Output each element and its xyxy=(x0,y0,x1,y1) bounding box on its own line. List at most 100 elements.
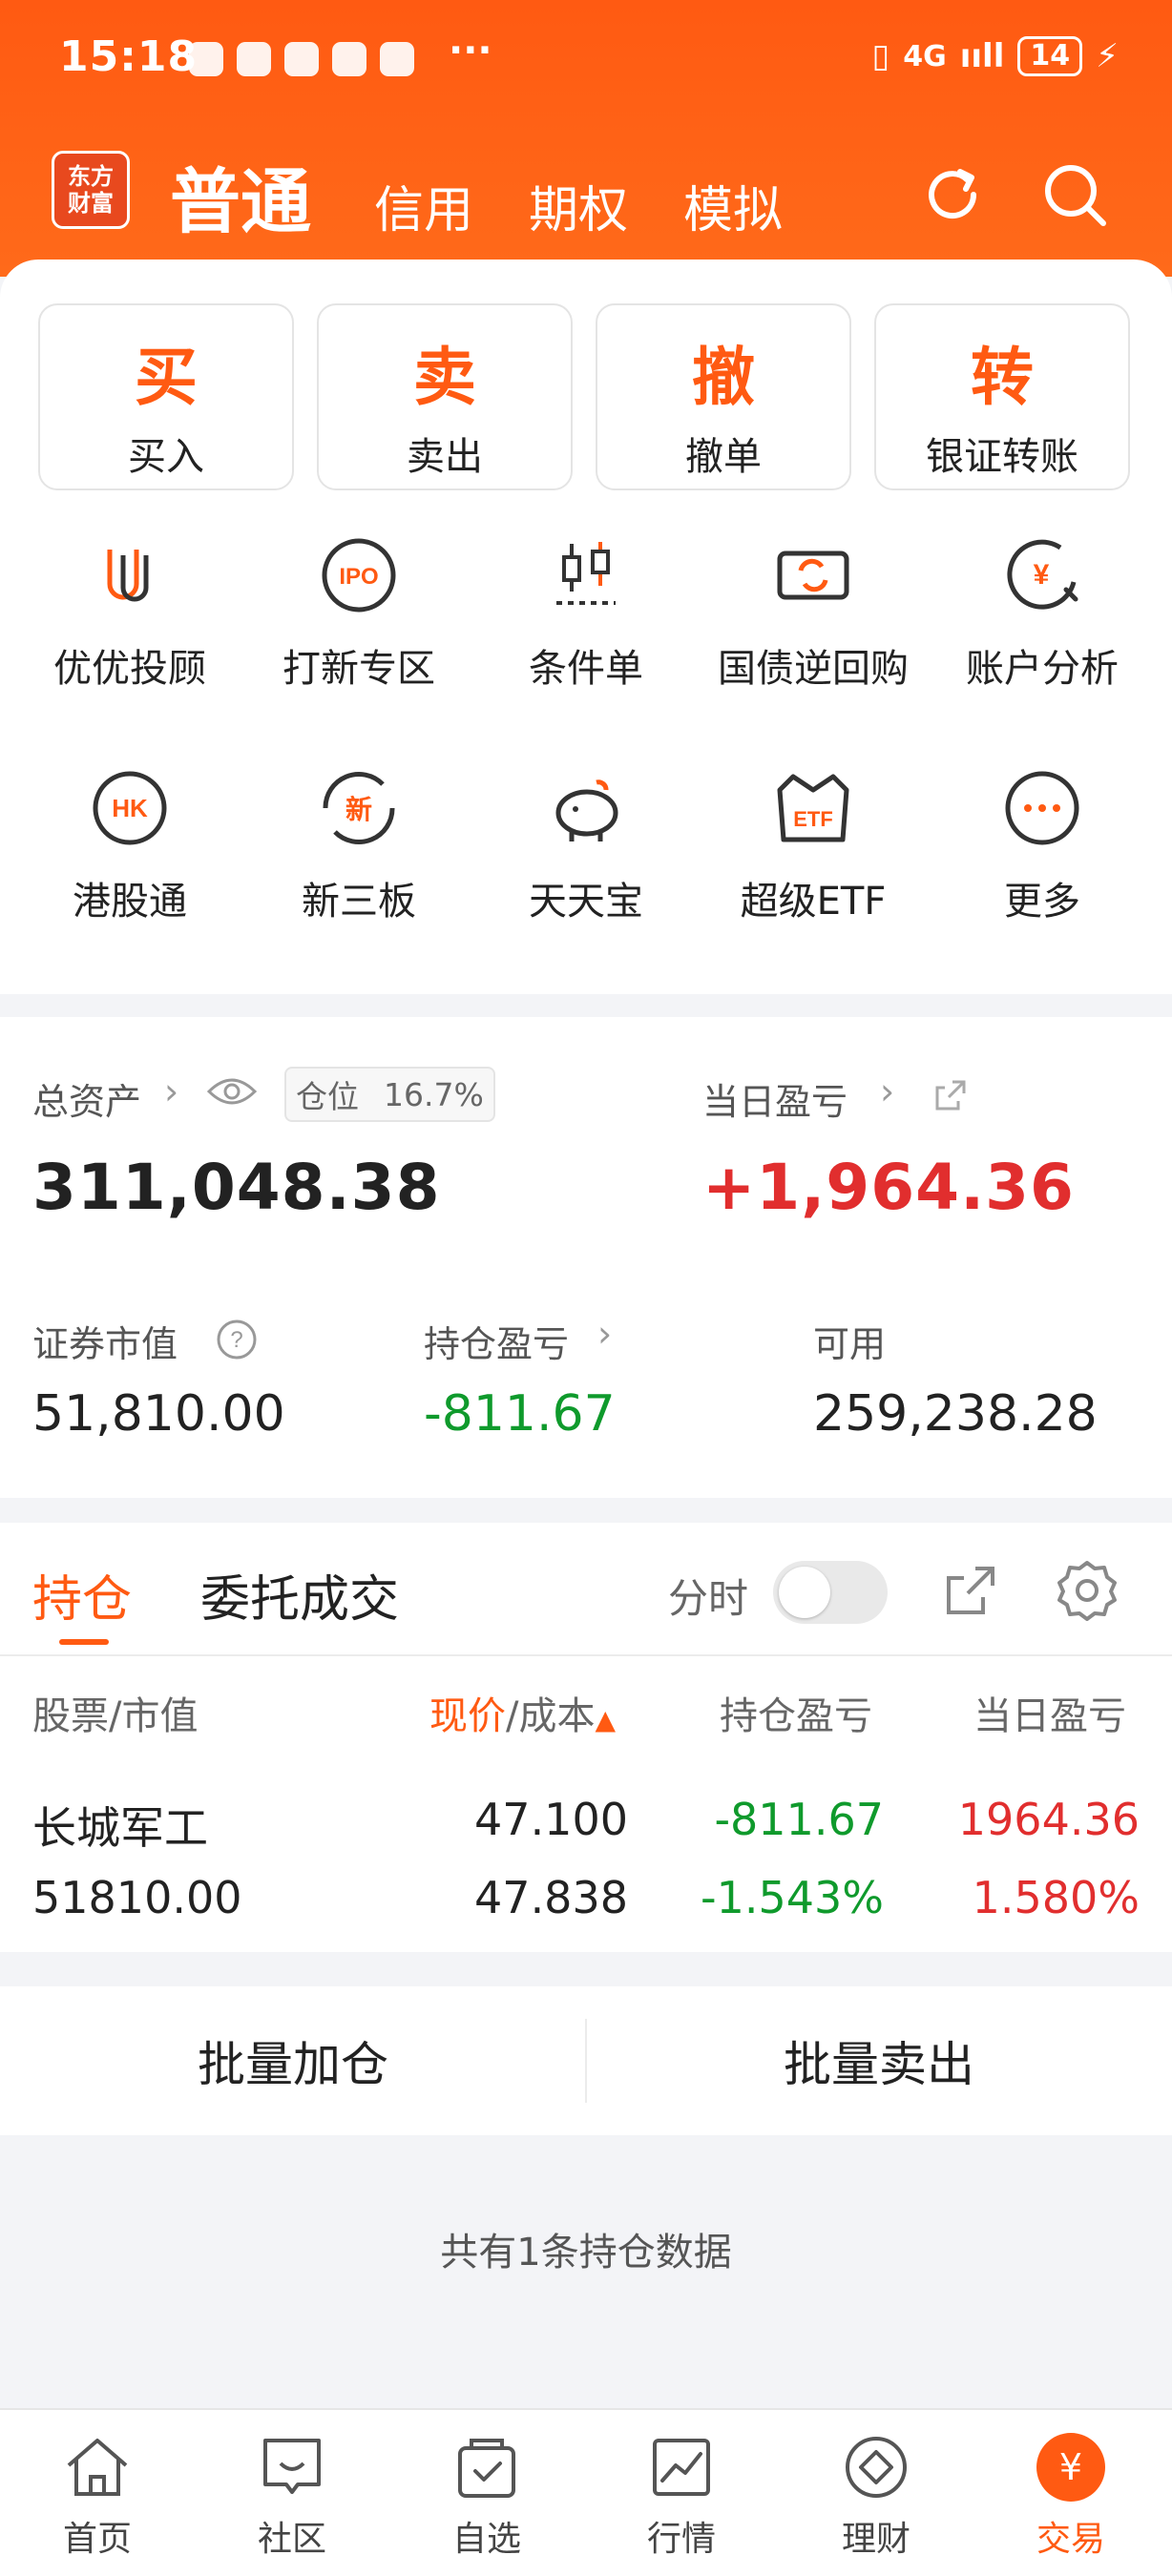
bank-transfer-button[interactable]: 转 银证转账 xyxy=(874,303,1130,490)
sell-button[interactable]: 卖 卖出 xyxy=(317,303,573,490)
cancel-order-button[interactable]: 撤 撤单 xyxy=(596,303,851,490)
holding-pnl-label[interactable]: 持仓盈亏 xyxy=(424,1315,569,1367)
batch-actions: 批量加仓 批量卖出 xyxy=(0,1986,1172,2135)
batch-sell-button[interactable]: 批量卖出 xyxy=(586,1986,1172,2135)
holdings-count-note: 共有1条持仓数据 xyxy=(440,2231,732,2275)
tab-options[interactable]: 期权 xyxy=(529,170,628,241)
status-bar: 15:18 ··· ▯ 4G ııll 14 ⚡ xyxy=(0,0,1172,116)
etf-icon: ETF xyxy=(777,774,849,842)
status-more-icon: ··· xyxy=(449,29,492,73)
total-assets-label[interactable]: 总资产 xyxy=(32,1072,141,1125)
daily-pnl-percent: 1.580% xyxy=(972,1872,1140,1923)
tab-positions[interactable]: 持仓 xyxy=(32,1559,132,1631)
svg-text:¥: ¥ xyxy=(1034,559,1050,591)
feature-youyou-advisor[interactable]: 优优投顾 xyxy=(15,532,244,693)
cost-price: 47.838 xyxy=(474,1872,628,1923)
tab-normal[interactable]: 普通 xyxy=(170,145,311,247)
svg-text:¥: ¥ xyxy=(1059,2446,1082,2488)
ipo-icon: IPO xyxy=(322,538,396,613)
feature-ipo-zone[interactable]: IPO 打新专区 xyxy=(244,532,473,693)
batch-add-button[interactable]: 批量加仓 xyxy=(0,1986,586,2135)
tab-simulation[interactable]: 模拟 xyxy=(683,170,783,241)
toggle-knob xyxy=(779,1567,830,1618)
stock-market-value: 51810.00 xyxy=(32,1872,242,1923)
account-analysis-icon: ¥ xyxy=(1007,539,1078,610)
feature-hk-connect[interactable]: HK 港股通 xyxy=(15,765,244,925)
search-icon[interactable] xyxy=(1038,158,1111,231)
app-notification-icon xyxy=(189,42,223,76)
svg-text:IPO: IPO xyxy=(339,564,378,590)
sort-icon: ▲ xyxy=(595,1704,617,1735)
svg-text:HK: HK xyxy=(112,794,148,822)
total-assets-value: 311,048.38 xyxy=(32,1151,441,1224)
app-logo[interactable]: 东方 财富 xyxy=(52,151,130,229)
timeshare-toggle[interactable] xyxy=(773,1561,888,1624)
tab-credit[interactable]: 信用 xyxy=(374,170,473,241)
share-icon[interactable] xyxy=(931,1076,970,1114)
browser-icon xyxy=(332,42,366,76)
notification-icons xyxy=(189,42,414,76)
eye-icon[interactable] xyxy=(206,1074,258,1109)
column-price-cost[interactable]: 现价/成本▲ xyxy=(429,1685,616,1740)
nav-watchlist[interactable]: 自选 xyxy=(389,2429,584,2561)
feature-new-third-board[interactable]: 新 新三板 xyxy=(244,765,473,925)
svg-text:?: ? xyxy=(230,1327,242,1353)
holding-pnl-percent: -1.543% xyxy=(701,1872,884,1923)
status-time: 15:18 xyxy=(59,32,199,81)
active-tab-indicator xyxy=(59,1639,109,1645)
battery-icon: 14 xyxy=(1017,36,1083,76)
app-notification-icon xyxy=(380,42,414,76)
network-label: 4G xyxy=(903,39,947,73)
refresh-icon[interactable] xyxy=(916,158,989,231)
feature-more[interactable]: 更多 xyxy=(928,765,1157,925)
market-icon xyxy=(653,2439,710,2496)
piggy-bank-icon xyxy=(555,779,618,841)
home-icon xyxy=(67,2439,128,2496)
nav-community[interactable]: 社区 xyxy=(195,2429,389,2561)
watchlist-icon xyxy=(458,2439,515,2498)
app-header: 15:18 ··· ▯ 4G ııll 14 ⚡ 东方 财富 普通 信用 期权 … xyxy=(0,0,1172,277)
vibrate-icon: ▯ xyxy=(871,37,890,75)
feature-tiantianbao[interactable]: 天天宝 xyxy=(471,765,701,925)
feature-super-etf[interactable]: ETF 超级ETF xyxy=(699,765,928,925)
buy-button[interactable]: 买 买入 xyxy=(38,303,294,490)
condition-order-icon xyxy=(556,542,616,605)
status-right: ▯ 4G ııll 14 ⚡ xyxy=(872,36,1119,76)
feature-reverse-repo[interactable]: 国债逆回购 xyxy=(699,532,928,693)
chevron-right-icon: › xyxy=(880,1070,895,1112)
holdings-panel: 持仓 委托成交 分时 股票/市值 现价/成本▲ 持仓盈亏 当日盈亏 长城军工 5… xyxy=(0,1523,1172,1952)
charging-icon: ⚡ xyxy=(1096,37,1119,75)
timeshare-label: 分时 xyxy=(668,1575,749,1622)
chevron-right-icon: › xyxy=(164,1070,179,1112)
daily-pnl-value: +1,964.36 xyxy=(702,1151,1075,1224)
help-icon[interactable]: ? xyxy=(216,1319,258,1361)
trade-icon: ¥ xyxy=(1036,2433,1105,2502)
nav-trade[interactable]: ¥ 交易 xyxy=(973,2429,1168,2561)
daily-pnl-label[interactable]: 当日盈亏 xyxy=(702,1072,848,1125)
svg-text:新: 新 xyxy=(345,794,372,825)
feature-condition-order[interactable]: 条件单 xyxy=(471,532,701,693)
more-icon xyxy=(1005,771,1079,845)
nav-market[interactable]: 行情 xyxy=(584,2429,779,2561)
market-value-label: 证券市值 xyxy=(32,1323,178,1365)
trade-shortcuts-card: 买 买入 卖 卖出 撤 撤单 转 银证转账 优优投顾 IPO 打新专区 条件单 … xyxy=(0,260,1172,994)
feature-account-analysis[interactable]: ¥ 账户分析 xyxy=(928,532,1157,693)
nav-home[interactable]: 首页 xyxy=(0,2429,195,2561)
tab-orders-trades[interactable]: 委托成交 xyxy=(200,1559,399,1631)
available-value: 259,238.28 xyxy=(813,1385,1098,1443)
signal-icon: ııll xyxy=(959,37,1005,75)
nav-wealth[interactable]: 理财 xyxy=(779,2429,973,2561)
holding-pnl-amount: -811.67 xyxy=(714,1794,884,1845)
youyou-icon xyxy=(107,550,149,602)
app-notification-icon xyxy=(284,42,319,76)
community-icon xyxy=(263,2439,321,2494)
wechat-icon xyxy=(237,42,271,76)
column-daily-pnl: 当日盈亏 xyxy=(973,1694,1126,1738)
hk-icon: HK xyxy=(93,771,167,845)
chevron-right-icon: › xyxy=(597,1313,613,1355)
bottom-nav: 首页 社区 自选 行情 理财 ¥ 交易 xyxy=(0,2408,1172,2576)
gear-icon[interactable] xyxy=(1054,1557,1120,1624)
export-icon[interactable] xyxy=(937,1557,1004,1624)
position-ratio-badge: 仓位 16.7% xyxy=(284,1067,495,1122)
current-price: 47.100 xyxy=(474,1794,628,1845)
